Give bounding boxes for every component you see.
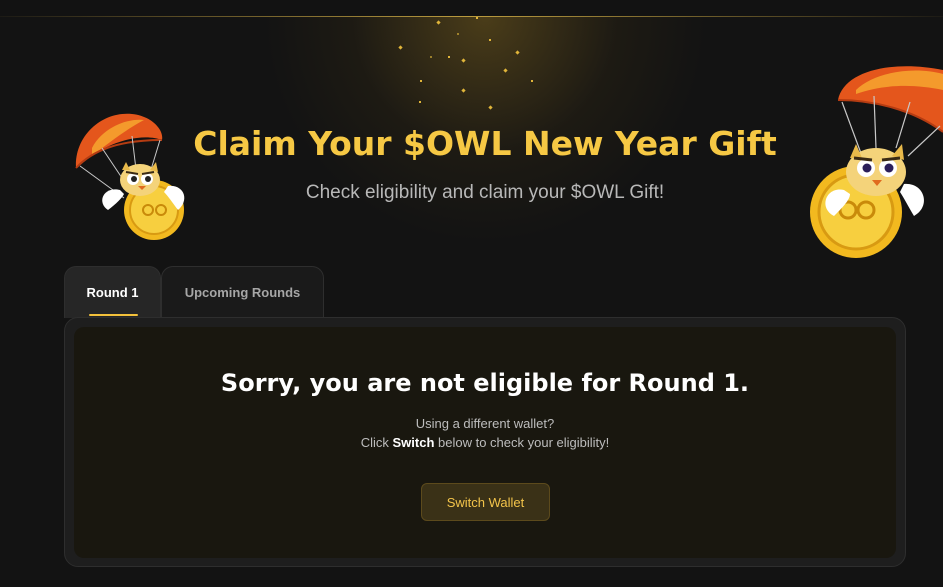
- page: Claim Your $OWL New Year Gift Check elig…: [0, 0, 943, 587]
- active-tab-indicator: [89, 314, 138, 316]
- eligibility-panel: Sorry, you are not eligible for Round 1.…: [64, 317, 906, 567]
- switch-keyword: Switch: [392, 435, 435, 450]
- tab-round-1-label: Round 1: [86, 285, 139, 300]
- sparkles-decoration: [398, 17, 533, 110]
- page-subtitle: Check eligibility and claim your $OWL Gi…: [305, 182, 665, 203]
- page-title: Claim Your $OWL New Year Gift: [193, 124, 777, 163]
- tab-round-1[interactable]: Round 1: [64, 266, 161, 318]
- switch-instruction: Click Switch below to check your eligibi…: [74, 435, 896, 450]
- switch-instruction-prefix: Click: [360, 435, 393, 450]
- top-divider: [0, 16, 943, 17]
- switch-instruction-suffix: below to check your eligibility!: [434, 435, 610, 450]
- eligibility-message: Sorry, you are not eligible for Round 1.: [220, 369, 750, 397]
- tab-upcoming-rounds-label: Upcoming Rounds: [184, 285, 301, 300]
- switch-wallet-button[interactable]: Switch Wallet: [421, 483, 550, 521]
- top-bar: [0, 0, 943, 16]
- different-wallet-hint: Using a different wallet?: [415, 416, 555, 431]
- tab-upcoming-rounds[interactable]: Upcoming Rounds: [161, 266, 324, 318]
- eligibility-card: Sorry, you are not eligible for Round 1.…: [74, 327, 896, 558]
